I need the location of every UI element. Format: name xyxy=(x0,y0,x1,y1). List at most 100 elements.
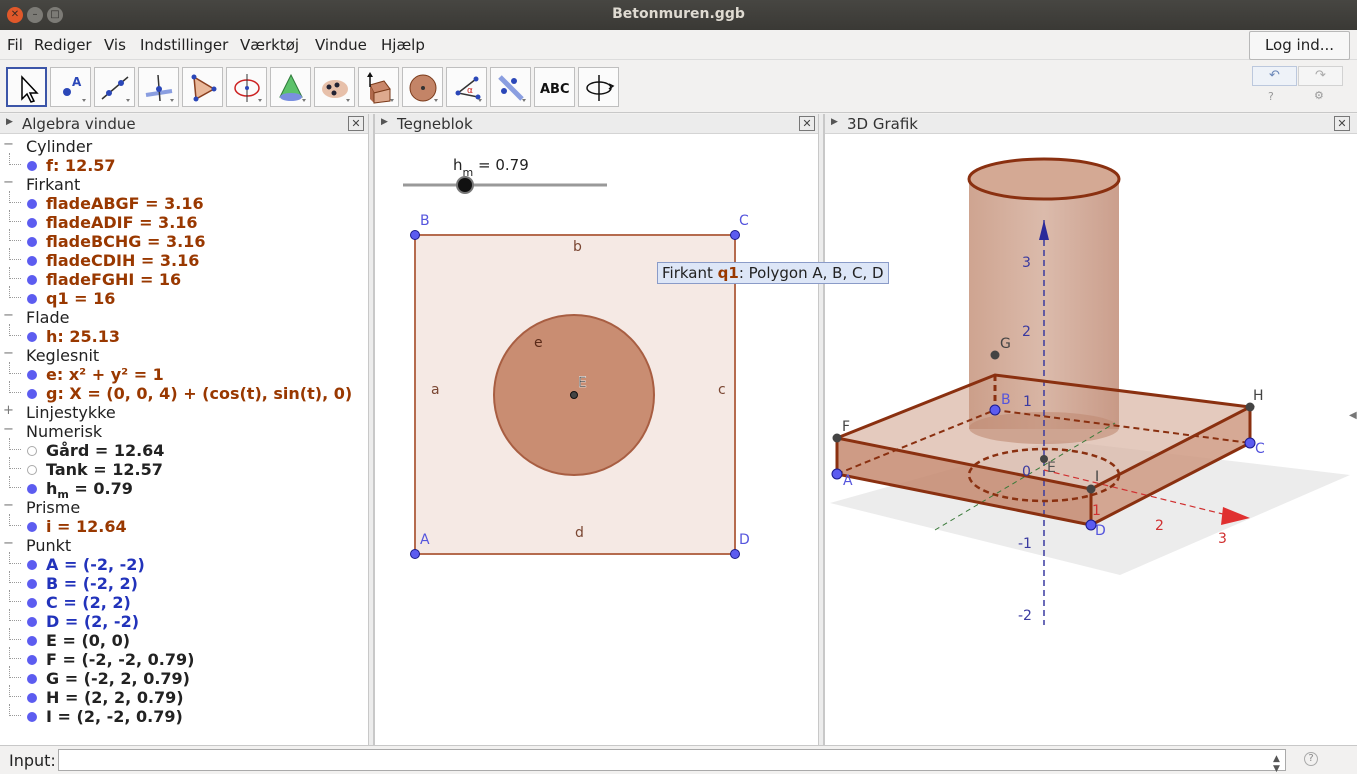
algebra-item-text: fladeABGF = 3.16 xyxy=(46,194,204,213)
input-field[interactable] xyxy=(58,749,1286,771)
point-C[interactable] xyxy=(730,230,740,240)
point-I-3d[interactable] xyxy=(1086,484,1096,494)
perpendicular-tool-button[interactable] xyxy=(138,67,179,107)
graphics-canvas[interactable]: hm = 0.79 b a c d e B C A D E xyxy=(375,135,820,746)
collapse-icon[interactable]: − xyxy=(3,537,14,550)
undo-button[interactable]: ↶ xyxy=(1252,66,1297,86)
point-C-3d[interactable] xyxy=(1244,437,1256,449)
cylinder-top-circle[interactable] xyxy=(967,157,1121,201)
visibility-toggle[interactable] xyxy=(27,522,37,532)
intersect-surfaces-tool-button[interactable] xyxy=(270,67,311,107)
algebra-item-text: f: 12.57 xyxy=(46,156,116,175)
menu-vaerktoej[interactable]: Værktøj xyxy=(240,36,299,54)
panel-toggle-icon[interactable]: ▶ xyxy=(381,117,388,127)
point-E[interactable] xyxy=(570,391,578,399)
collapse-sidebar-icon[interactable]: ◀ xyxy=(1349,410,1357,421)
visibility-toggle[interactable] xyxy=(27,655,37,665)
redo-button[interactable]: ↷ xyxy=(1298,66,1343,86)
collapse-icon[interactable]: − xyxy=(3,309,14,322)
visibility-toggle[interactable] xyxy=(27,579,37,589)
algebra-item-text: H = (2, 2, 0.79) xyxy=(46,688,184,707)
collapse-icon[interactable]: − xyxy=(3,423,14,436)
move-tool-button[interactable] xyxy=(6,67,47,107)
tree-line xyxy=(9,229,21,241)
rotate-view-tool-button[interactable] xyxy=(578,67,619,107)
close-panel-button[interactable]: ✕ xyxy=(348,116,364,131)
panel-toggle-icon[interactable]: ▶ xyxy=(831,117,838,127)
segment-c-label: c xyxy=(718,382,726,398)
text-tool-button[interactable]: ABC xyxy=(534,67,575,107)
point-C-3d-label: C xyxy=(1255,441,1265,457)
pyramid-tool-button[interactable] xyxy=(314,67,355,107)
tree-line xyxy=(9,704,21,716)
menu-hjaelp[interactable]: Hjælp xyxy=(381,36,425,54)
panel-toggle-icon[interactable]: ▶ xyxy=(6,117,13,127)
x-tick-label: 1 xyxy=(1092,503,1101,519)
input-help-icon[interactable]: ? xyxy=(1304,752,1318,766)
visibility-toggle[interactable] xyxy=(27,332,37,342)
close-panel-button[interactable]: ✕ xyxy=(799,116,815,131)
algebra-group-label: Keglesnit xyxy=(26,346,100,365)
help-icon[interactable]: ? xyxy=(1268,90,1274,103)
point-B[interactable] xyxy=(410,230,420,240)
visibility-toggle[interactable] xyxy=(27,598,37,608)
sphere-tool-button[interactable] xyxy=(402,67,443,107)
point-F-3d[interactable] xyxy=(832,433,842,443)
menu-fil[interactable]: Fil xyxy=(7,36,23,54)
collapse-icon[interactable]: − xyxy=(3,347,14,360)
point-B-3d[interactable] xyxy=(989,404,1001,416)
visibility-toggle[interactable] xyxy=(27,389,37,399)
visibility-toggle[interactable] xyxy=(27,484,37,494)
view3d-canvas[interactable]: 3 2 1 0 -1 -2 1 2 3 A B C D E F G H I xyxy=(825,135,1357,746)
expand-icon[interactable]: + xyxy=(3,404,14,417)
visibility-toggle[interactable] xyxy=(27,256,37,266)
menu-indstillinger[interactable]: Indstillinger xyxy=(140,36,228,54)
slider-handle[interactable] xyxy=(456,176,474,194)
point-tool-button[interactable]: A xyxy=(50,67,91,107)
menu-vindue[interactable]: Vindue xyxy=(315,36,367,54)
visibility-toggle[interactable] xyxy=(27,161,37,171)
view3d-panel-header: ▶ 3D Grafik ✕ xyxy=(825,114,1357,134)
visibility-toggle[interactable] xyxy=(27,199,37,209)
line-tool-button[interactable] xyxy=(94,67,135,107)
point-A-3d[interactable] xyxy=(831,468,843,480)
extrude-tool-button[interactable] xyxy=(358,67,399,107)
visibility-toggle[interactable] xyxy=(27,237,37,247)
settings-gear-icon[interactable]: ⚙ xyxy=(1314,89,1324,102)
menu-bar: Fil Rediger Vis Indstillinger Værktøj Vi… xyxy=(0,30,1357,60)
visibility-toggle[interactable] xyxy=(27,617,37,627)
visibility-toggle[interactable] xyxy=(27,446,37,456)
collapse-icon[interactable]: − xyxy=(3,138,14,151)
collapse-icon[interactable]: − xyxy=(3,499,14,512)
extrude-tool-icon xyxy=(367,72,394,104)
point-E-label: E xyxy=(578,375,587,391)
menu-vis[interactable]: Vis xyxy=(104,36,126,54)
point-D[interactable] xyxy=(730,549,740,559)
visibility-toggle[interactable] xyxy=(27,218,37,228)
circle-axis-tool-button[interactable] xyxy=(226,67,267,107)
visibility-toggle[interactable] xyxy=(27,693,37,703)
algebra-item-text: q1 = 16 xyxy=(46,289,116,308)
algebra-item-text: fladeCDIH = 3.16 xyxy=(46,251,200,270)
login-button[interactable]: Log ind... xyxy=(1249,31,1350,60)
menu-rediger[interactable]: Rediger xyxy=(34,36,92,54)
input-history-dropdown-icon[interactable]: ▲ ▼ xyxy=(1273,754,1280,774)
visibility-toggle[interactable] xyxy=(27,465,37,475)
visibility-toggle[interactable] xyxy=(27,674,37,684)
tooltip-prefix: Firkant xyxy=(662,264,718,282)
close-panel-button[interactable]: ✕ xyxy=(1334,116,1350,131)
algebra-item-text: E = (0, 0) xyxy=(46,631,131,650)
visibility-toggle[interactable] xyxy=(27,275,37,285)
angle-tool-button[interactable]: α xyxy=(446,67,487,107)
collapse-icon[interactable]: − xyxy=(3,176,14,189)
tree-line xyxy=(9,267,21,279)
visibility-toggle[interactable] xyxy=(27,370,37,380)
point-A[interactable] xyxy=(410,549,420,559)
polygon-tool-button[interactable] xyxy=(182,67,223,107)
reflect-tool-button[interactable] xyxy=(490,67,531,107)
visibility-toggle[interactable] xyxy=(27,294,37,304)
visibility-toggle[interactable] xyxy=(27,636,37,646)
visibility-toggle[interactable] xyxy=(27,712,37,722)
point-G-3d[interactable] xyxy=(990,350,1000,360)
visibility-toggle[interactable] xyxy=(27,560,37,570)
